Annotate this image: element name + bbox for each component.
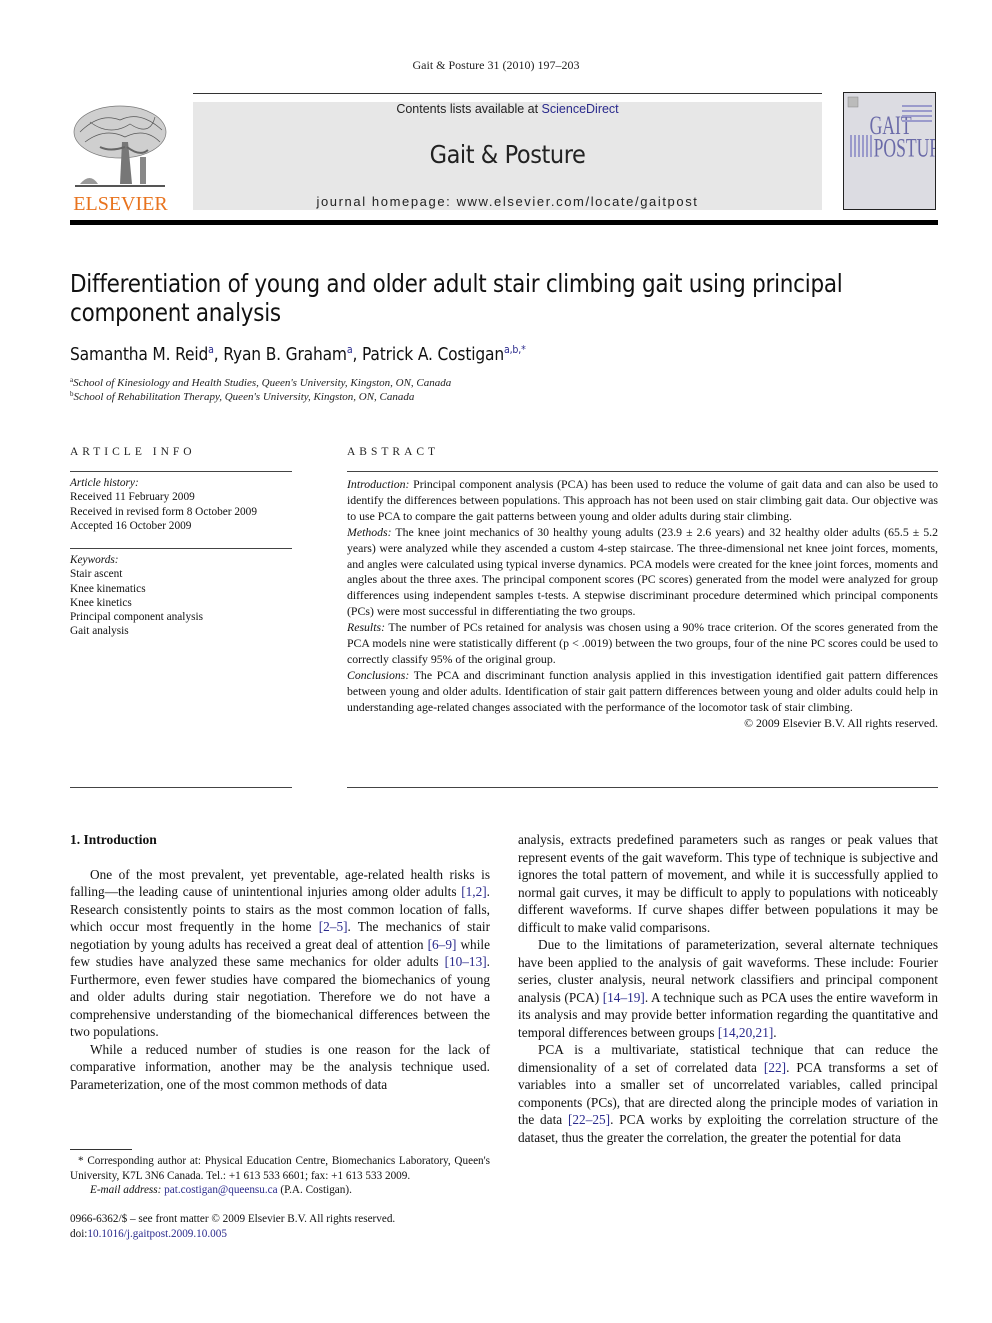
- corresponding-author-text: * Corresponding author at: Physical Educ…: [70, 1155, 490, 1182]
- history-entry: Received in revised form 8 October 2009: [70, 505, 257, 518]
- body-left-column: 1. Introduction One of the most prevalen…: [70, 831, 490, 1093]
- keywords-label: Keywords:: [70, 554, 119, 566]
- contents-prefix: Contents lists available at: [396, 102, 542, 116]
- article-title-line2: component analysis: [70, 298, 281, 327]
- abstract-copyright: © 2009 Elsevier B.V. All rights reserved…: [744, 715, 938, 730]
- author-separator: ,: [213, 344, 224, 365]
- article-history-label: Article history:: [70, 477, 139, 489]
- corresponding-author-footnote: * Corresponding author at: Physical Educ…: [70, 1154, 490, 1198]
- keyword: Gait analysis: [70, 625, 129, 638]
- body-paragraph: While a reduced number of studies is one…: [70, 1041, 490, 1094]
- running-head: Gait & Posture 31 (2010) 197–203: [412, 58, 580, 72]
- keyword: Knee kinetics: [70, 596, 132, 609]
- abstract-label: Introduction:: [347, 477, 410, 491]
- body-paragraph: One of the most prevalent, yet preventab…: [70, 866, 490, 1041]
- email-line: E-mail address: pat.costigan@queensu.ca …: [70, 1183, 490, 1198]
- header-thick-rule: [70, 220, 938, 225]
- abstract-bottom-rule: [347, 787, 938, 788]
- footnote-rule: [70, 1149, 132, 1150]
- doi-prefix: doi:: [70, 1228, 88, 1240]
- section-heading: 1. Introduction: [70, 832, 157, 847]
- abstract-rule: [347, 471, 938, 472]
- article-info-rule: [70, 471, 292, 472]
- citation-link[interactable]: [22]: [764, 1060, 786, 1075]
- abstract-heading: ABSTRACT: [347, 446, 440, 458]
- email-link[interactable]: pat.costigan@queensu.ca: [164, 1184, 277, 1196]
- abstract-text: The PCA and discriminant function analys…: [347, 667, 938, 714]
- author-name: Ryan B. Graham: [223, 344, 347, 365]
- body-right-column: analysis, extracts predefined parameters…: [518, 831, 938, 1146]
- abstract-label: Methods:: [347, 524, 392, 539]
- journal-name: Gait & Posture: [429, 140, 586, 169]
- citation-link[interactable]: [22–25]: [568, 1112, 610, 1127]
- issn-line: 0966-6362/$ – see front matter © 2009 El…: [70, 1213, 396, 1225]
- citation-link[interactable]: [1,2]: [461, 884, 486, 899]
- abstract-label: Conclusions:: [347, 667, 410, 682]
- abstract-text: The number of PCs retained for analysis …: [347, 620, 938, 666]
- abstract-label: Results:: [347, 620, 386, 635]
- body-text: While a reduced number of studies is one…: [70, 1041, 490, 1092]
- body-text: .: [773, 1024, 777, 1040]
- journal-homepage[interactable]: journal homepage: www.elsevier.com/locat…: [193, 194, 822, 209]
- doi-line: doi:10.1016/j.gaitpost.2009.10.005: [70, 1227, 490, 1242]
- header-top-rule: [193, 93, 822, 94]
- keywords: Keywords: Stair ascent Knee kinematics K…: [70, 553, 292, 639]
- affiliation: bSchool of Rehabilitation Therapy, Queen…: [70, 390, 414, 403]
- doi-link[interactable]: 10.1016/j.gaitpost.2009.10.005: [87, 1228, 227, 1240]
- citation-link[interactable]: [2–5]: [319, 919, 348, 934]
- email-suffix: (P.A. Costigan).: [277, 1184, 352, 1197]
- elsevier-wordmark: ELSEVIER: [73, 193, 168, 215]
- keyword: Principal component analysis: [70, 611, 204, 624]
- cover-icon: GAIT POSTURE: [847, 96, 952, 162]
- journal-cover-thumbnail: GAIT POSTURE: [843, 92, 952, 210]
- keyword: Knee kinematics: [70, 582, 146, 595]
- sciencedirect-link[interactable]: ScienceDirect: [542, 102, 619, 116]
- contents-availability: Contents lists available at ScienceDirec…: [193, 102, 822, 116]
- keywords-rule: [70, 548, 292, 549]
- body-paragraph: Due to the limitations of parameterizati…: [518, 936, 938, 1041]
- cover-title-bottom: POSTURE: [874, 133, 935, 162]
- body-paragraph: analysis, extracts predefined parameters…: [518, 831, 938, 936]
- abstract-section-conclusions: Conclusions: The PCA and discriminant fu…: [347, 668, 938, 716]
- journal-banner: Contents lists available at ScienceDirec…: [193, 102, 822, 210]
- author-affiliation-mark[interactable]: a,b,*: [504, 343, 526, 356]
- citation-link[interactable]: [14–19]: [603, 990, 645, 1005]
- affiliation-text: School of Kinesiology and Health Studies…: [73, 377, 452, 389]
- abstract-text: The knee joint mechanics of 30 healthy y…: [347, 524, 938, 619]
- citation-link[interactable]: [14,20,21]: [718, 1025, 773, 1040]
- article-info-bottom-rule: [70, 787, 292, 788]
- author-name: Patrick A. Costigan: [361, 344, 504, 365]
- tree-icon: [73, 105, 167, 187]
- citation-link[interactable]: [10–13]: [445, 954, 487, 969]
- abstract-text: Principal component analysis (PCA) has b…: [347, 477, 938, 523]
- abstract-body: Introduction: Principal component analys…: [347, 477, 938, 732]
- email-label: E-mail address:: [90, 1184, 162, 1197]
- article-title: Differentiation of young and older adult…: [70, 269, 939, 327]
- author-name: Samantha M. Reid: [70, 344, 209, 365]
- body-paragraph: PCA is a multivariate, statistical techn…: [518, 1041, 938, 1146]
- citation-link[interactable]: [6–9]: [428, 937, 457, 952]
- abstract-section-introduction: Introduction: Principal component analys…: [347, 477, 938, 525]
- issn-doi-block: 0966-6362/$ – see front matter © 2009 El…: [70, 1212, 490, 1242]
- author-list: Samantha M. Reida, Ryan B. Grahama, Patr…: [70, 343, 526, 365]
- article-info-heading: ARTICLE INFO: [70, 446, 196, 458]
- abstract-section-results: Results: The number of PCs retained for …: [347, 620, 938, 668]
- body-text: analysis, extracts predefined parameters…: [518, 832, 938, 935]
- affiliation-text: School of Rehabilitation Therapy, Queen'…: [73, 391, 415, 403]
- body-text: One of the most prevalent, yet preventab…: [70, 866, 490, 900]
- article-history: Article history: Received 11 February 20…: [70, 476, 292, 533]
- author-separator: ,: [352, 344, 362, 365]
- article-title-line1: Differentiation of young and older adult…: [70, 269, 843, 298]
- keyword: Stair ascent: [70, 568, 123, 581]
- abstract-section-methods: Methods: The knee joint mechanics of 30 …: [347, 525, 938, 620]
- affiliation: aSchool of Kinesiology and Health Studie…: [70, 376, 451, 389]
- history-entry: Received 11 February 2009: [70, 491, 195, 504]
- history-entry: Accepted 16 October 2009: [70, 519, 192, 532]
